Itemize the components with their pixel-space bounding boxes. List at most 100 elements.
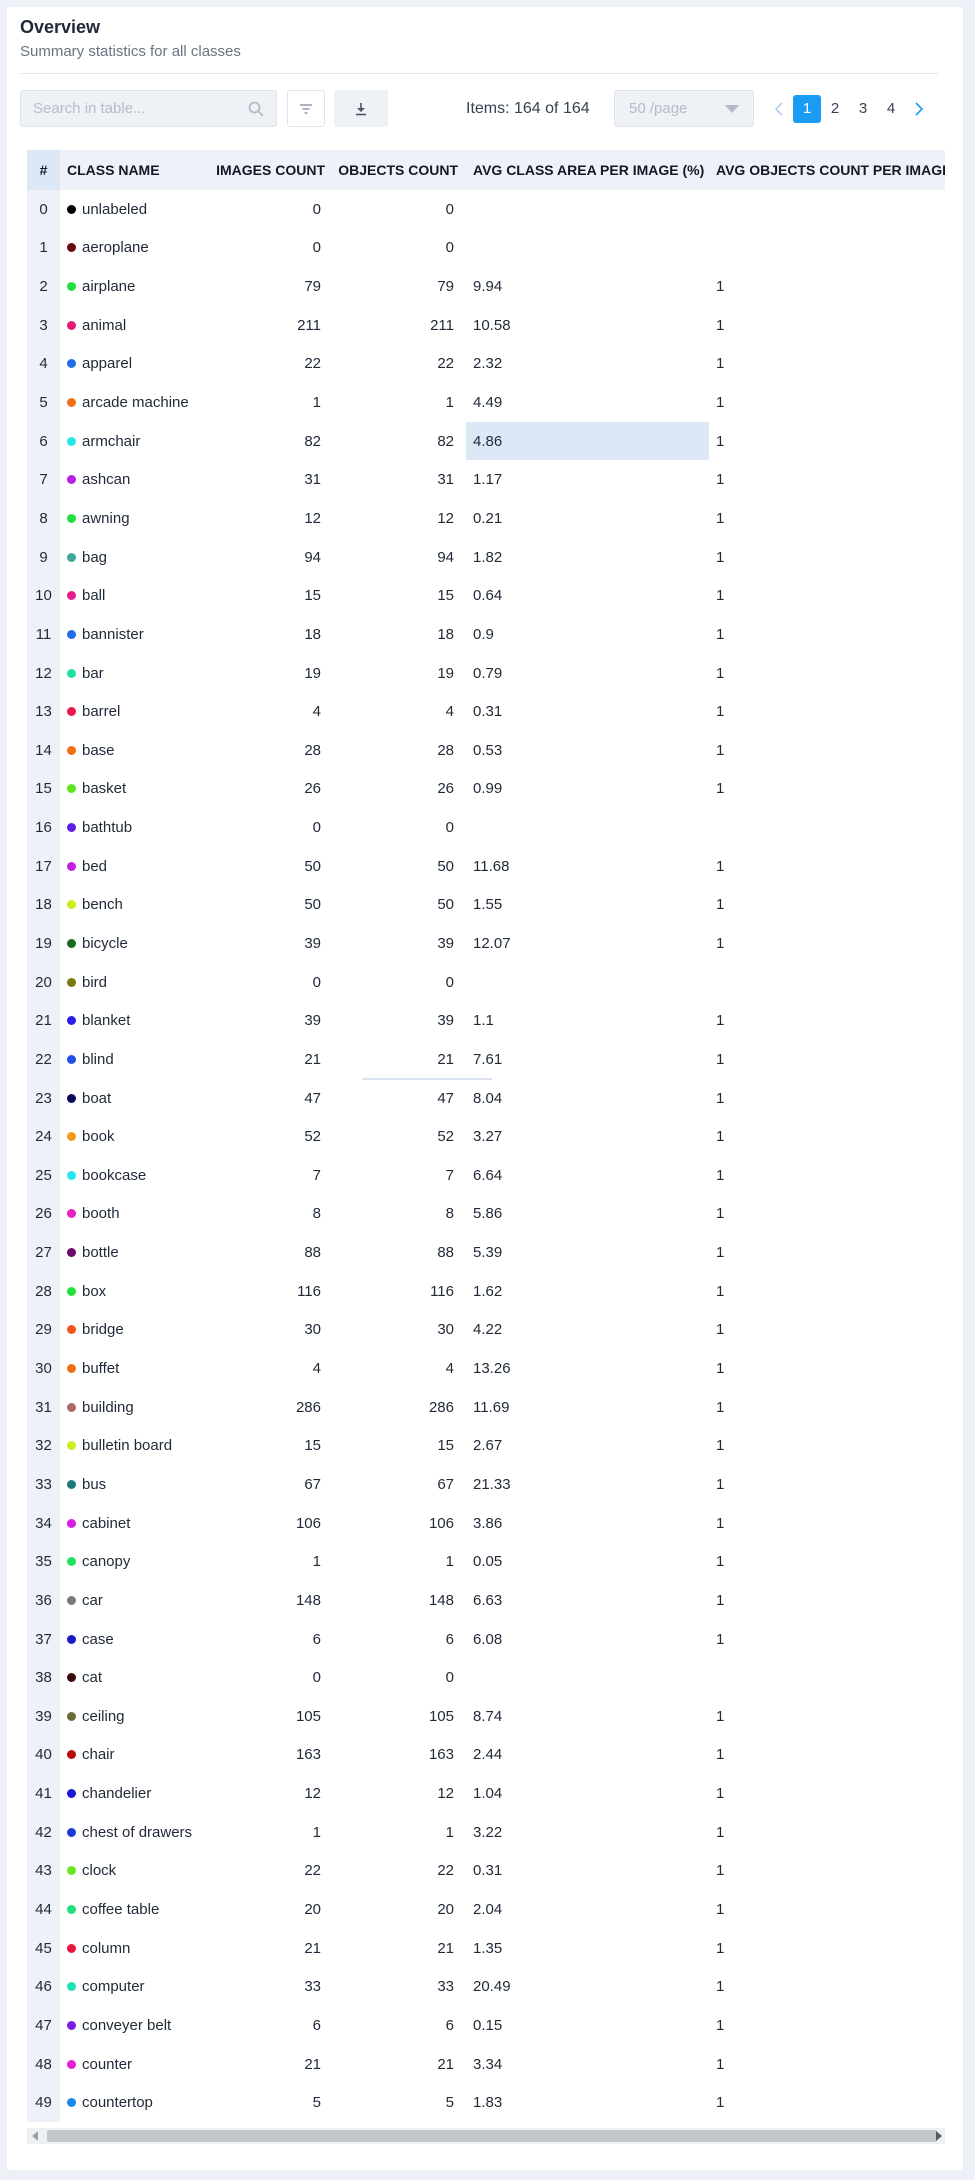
- class-name-cell: blind: [60, 1040, 210, 1079]
- scroll-left-icon[interactable]: [32, 2131, 38, 2141]
- page-size-value: 50 /page: [629, 100, 688, 117]
- table-row[interactable]: 23 boat 47 47 8.04 1: [27, 1078, 945, 1118]
- table-row[interactable]: 47 conveyer belt 6 6 0.15 1: [27, 2006, 945, 2045]
- scroll-right-icon[interactable]: [936, 2131, 942, 2141]
- table-row[interactable]: 45 column 21 21 1.35 1: [27, 1928, 945, 1968]
- class-name-cell: canopy: [60, 1542, 210, 1581]
- table-row[interactable]: 11 bannister 18 18 0.9 1: [27, 615, 945, 654]
- objects-count-cell: 106: [428, 1514, 454, 1532]
- class-name-cell: booth: [60, 1195, 210, 1234]
- column-header-images-count[interactable]: IMAGES COUNT: [210, 150, 333, 190]
- table-row[interactable]: 9 bag 94 94 1.82 1: [27, 537, 945, 577]
- page-button-4[interactable]: 4: [877, 95, 905, 123]
- class-color-dot: [67, 1132, 76, 1142]
- table-row[interactable]: 26 booth 8 8 5.86 1: [27, 1194, 945, 1234]
- table-row[interactable]: 12 bar 19 19 0.79 1: [27, 653, 945, 693]
- page-button-1[interactable]: 1: [793, 94, 821, 123]
- table-row[interactable]: 22 blind 21 21 7.61 1: [27, 1040, 945, 1079]
- table-row[interactable]: 5 arcade machine 1 1 4.49 1: [27, 383, 945, 422]
- table-row[interactable]: 41 chandelier 12 12 1.04 1: [27, 1774, 945, 1813]
- class-name-cell: unlabeled: [60, 190, 210, 229]
- table-row[interactable]: 43 clock 22 22 0.31 1: [27, 1851, 945, 1891]
- avg-objects-count-cell: 1: [716, 1437, 725, 1455]
- table-row[interactable]: 7 ashcan 31 31 1.17 1: [27, 460, 945, 500]
- table-row[interactable]: 18 bench 50 50 1.55 1: [27, 885, 945, 925]
- table-row[interactable]: 29 bridge 30 30 4.22 1: [27, 1310, 945, 1350]
- table-row[interactable]: 35 canopy 1 1 0.05 1: [27, 1542, 945, 1582]
- page-button-3[interactable]: 3: [849, 95, 877, 123]
- table-row[interactable]: 25 bookcase 7 7 6.64 1: [27, 1156, 945, 1195]
- avg-class-area-cell: 5.86: [473, 1205, 503, 1223]
- class-name-label: ceiling: [82, 1707, 125, 1725]
- row-index: 7: [27, 460, 60, 500]
- table-row[interactable]: 46 computer 33 33 20.49 1: [27, 1967, 945, 2007]
- column-header-index[interactable]: #: [27, 150, 60, 190]
- class-name-cell: case: [60, 1620, 210, 1659]
- table-row[interactable]: 48 counter 21 21 3.34 1: [27, 2044, 945, 2084]
- horizontal-scrollbar[interactable]: [27, 2128, 945, 2144]
- table-row[interactable]: 19 bicycle 39 39 12.07 1: [27, 924, 945, 963]
- table-row[interactable]: 34 cabinet 106 106 3.86 1: [27, 1503, 945, 1543]
- column-header-class-name[interactable]: CLASS NAME: [60, 150, 210, 190]
- column-header-avg-class-area[interactable]: AVG CLASS AREA PER IMAGE (%): [466, 150, 709, 190]
- table-row[interactable]: 1 aeroplane 0 0: [27, 228, 945, 268]
- class-name-cell: basket: [60, 770, 210, 809]
- column-header-avg-objects-count[interactable]: AVG OBJECTS COUNT PER IMAGE: [709, 150, 945, 190]
- table-row[interactable]: 2 airplane 79 79 9.94 1: [27, 267, 945, 306]
- table-row[interactable]: 36 car 148 148 6.63 1: [27, 1581, 945, 1620]
- table-row[interactable]: 31 building 286 286 11.69 1: [27, 1387, 945, 1427]
- table-row[interactable]: 17 bed 50 50 11.68 1: [27, 846, 945, 886]
- avg-objects-count-cell: 1: [716, 741, 725, 759]
- table-row[interactable]: 49 countertop 5 5 1.83 1: [27, 2083, 945, 2122]
- class-name-label: cat: [82, 1669, 103, 1687]
- search-input[interactable]: [21, 91, 231, 126]
- download-button[interactable]: [334, 90, 388, 127]
- avg-class-area-cell: 0.05: [473, 1553, 503, 1571]
- table-row[interactable]: 16 bathtub 0 0: [27, 808, 945, 847]
- table-row[interactable]: 13 barrel 4 4 0.31 1: [27, 692, 945, 731]
- table-row[interactable]: 30 buffet 4 4 13.26 1: [27, 1349, 945, 1388]
- table-row[interactable]: 20 bird 0 0: [27, 962, 945, 1002]
- class-name-label: bus: [82, 1475, 107, 1493]
- scrollbar-thumb[interactable]: [47, 2130, 937, 2142]
- table-row[interactable]: 3 animal 211 211 10.58 1: [27, 305, 945, 345]
- table-row[interactable]: 15 basket 26 26 0.99 1: [27, 769, 945, 809]
- row-index: 43: [27, 1851, 60, 1891]
- table-row[interactable]: 38 cat 0 0: [27, 1658, 945, 1697]
- row-index: 21: [27, 1001, 60, 1041]
- avg-objects-count-cell: 1: [716, 1012, 725, 1030]
- table-row[interactable]: 33 bus 67 67 21.33 1: [27, 1465, 945, 1504]
- table-row[interactable]: 4 apparel 22 22 2.32 1: [27, 344, 945, 384]
- table-row[interactable]: 40 chair 163 163 2.44 1: [27, 1735, 945, 1775]
- images-count-cell: 6: [312, 2016, 321, 2034]
- table-row[interactable]: 6 armchair 82 82 4.86 1: [27, 421, 945, 461]
- class-color-dot: [67, 629, 76, 639]
- table-row[interactable]: 32 bulletin board 15 15 2.67 1: [27, 1426, 945, 1466]
- overview-header: Overview Summary statistics for all clas…: [20, 16, 938, 61]
- row-index: 37: [27, 1619, 60, 1659]
- table-row[interactable]: 24 book 52 52 3.27 1: [27, 1117, 945, 1157]
- table-row[interactable]: 37 case 6 6 6.08 1: [27, 1619, 945, 1659]
- prev-page-button[interactable]: [765, 95, 793, 123]
- images-count-cell: 26: [304, 780, 321, 798]
- class-name-cell: bag: [60, 538, 210, 577]
- table-row[interactable]: 28 box 116 116 1.62 1: [27, 1271, 945, 1311]
- table-row[interactable]: 27 bottle 88 88 5.39 1: [27, 1233, 945, 1272]
- page-button-2[interactable]: 2: [821, 95, 849, 123]
- column-header-objects-count[interactable]: OBJECTS COUNT: [333, 150, 466, 190]
- table-row[interactable]: 10 ball 15 15 0.64 1: [27, 576, 945, 616]
- table-row[interactable]: 21 blanket 39 39 1.1 1: [27, 1001, 945, 1041]
- table-row[interactable]: 8 awning 12 12 0.21 1: [27, 499, 945, 538]
- table-row[interactable]: 0 unlabeled 0 0: [27, 190, 945, 229]
- table-row[interactable]: 44 coffee table 20 20 2.04 1: [27, 1890, 945, 1929]
- table-row[interactable]: 39 ceiling 105 105 8.74 1: [27, 1696, 945, 1736]
- class-name-cell: aeroplane: [60, 229, 210, 268]
- class-name-label: animal: [82, 316, 127, 334]
- table-row[interactable]: 42 chest of drawers 1 1 3.22 1: [27, 1812, 945, 1852]
- objects-count-cell: 22: [437, 1862, 454, 1880]
- search-icon[interactable]: [248, 101, 264, 117]
- next-page-button[interactable]: [905, 95, 933, 123]
- table-row[interactable]: 14 base 28 28 0.53 1: [27, 730, 945, 770]
- filter-button[interactable]: [287, 90, 325, 127]
- page-size-select[interactable]: 50 /page: [614, 90, 754, 127]
